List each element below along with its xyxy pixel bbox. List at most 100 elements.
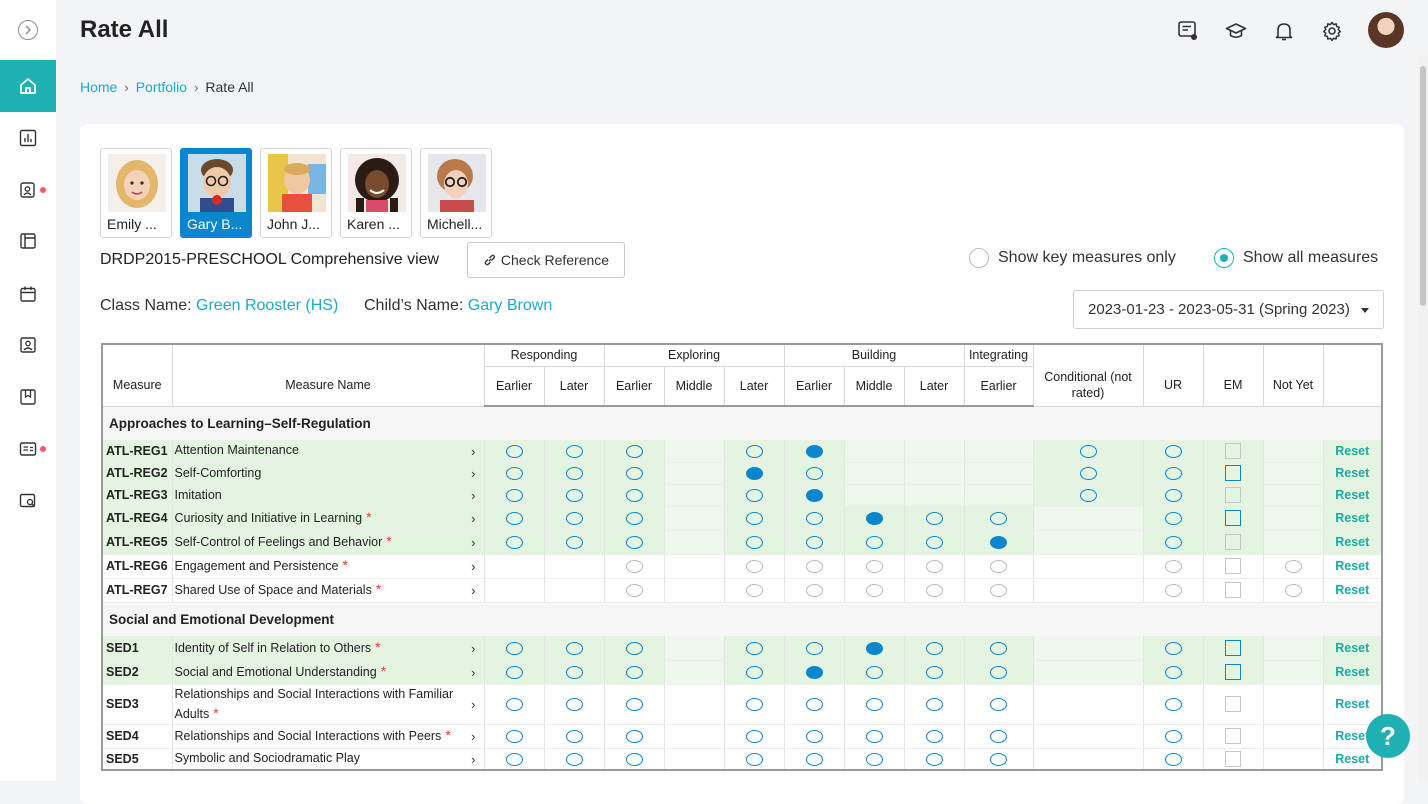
rating-radio[interactable] xyxy=(625,666,643,680)
rating-cell[interactable] xyxy=(544,748,605,771)
sidebar-item-home[interactable] xyxy=(0,60,56,112)
rating-cell[interactable] xyxy=(904,506,965,531)
rating-cell[interactable] xyxy=(784,462,845,485)
rating-cell[interactable] xyxy=(844,554,905,579)
em-checkbox[interactable] xyxy=(1225,534,1241,550)
rating-cell[interactable] xyxy=(1263,578,1324,603)
rating-cell[interactable] xyxy=(1203,724,1264,749)
rating-radio[interactable] xyxy=(565,641,583,655)
reset-link[interactable]: Reset xyxy=(1323,506,1383,531)
rating-radio[interactable] xyxy=(990,512,1007,526)
rating-radio-selected[interactable] xyxy=(805,444,823,458)
measure-name[interactable]: Relationships and Social Interactions wi… xyxy=(172,724,485,749)
rating-cell[interactable] xyxy=(604,440,665,463)
child-card-michelle[interactable]: Michell... xyxy=(420,148,492,238)
chevron-right-icon[interactable]: › xyxy=(471,750,475,769)
rating-cell[interactable] xyxy=(1143,578,1204,603)
rating-cell[interactable] xyxy=(1033,462,1144,485)
rating-cell[interactable] xyxy=(484,462,545,485)
measure-name[interactable]: Curiosity and Initiative in Learning * › xyxy=(172,506,485,531)
sidebar-item-assessments[interactable] xyxy=(0,170,56,210)
breadcrumb-home[interactable]: Home xyxy=(80,79,117,95)
measure-name[interactable]: Attention Maintenance › xyxy=(172,440,485,463)
rating-cell[interactable] xyxy=(724,530,785,555)
rating-radio[interactable] xyxy=(990,698,1007,712)
class-name-value[interactable]: Green Rooster (HS) xyxy=(196,297,338,314)
feedback-icon[interactable] xyxy=(1176,19,1200,43)
rating-radio[interactable] xyxy=(625,467,643,481)
rating-radio[interactable] xyxy=(1284,584,1302,598)
rating-cell[interactable] xyxy=(544,530,605,555)
radio-key-measures[interactable]: Show key measures only xyxy=(969,248,1176,268)
rating-cell[interactable] xyxy=(544,440,605,463)
rating-radio[interactable] xyxy=(1284,560,1302,574)
rating-radio[interactable] xyxy=(745,444,763,458)
chevron-right-icon[interactable]: › xyxy=(471,533,475,552)
measure-name[interactable]: Self-Control of Feelings and Behavior * › xyxy=(172,530,485,555)
rating-cell[interactable] xyxy=(844,660,905,685)
rating-radio[interactable] xyxy=(745,666,763,680)
rating-radio[interactable] xyxy=(1164,698,1182,712)
rating-radio[interactable] xyxy=(745,512,763,526)
rating-radio[interactable] xyxy=(925,730,943,744)
rating-cell[interactable] xyxy=(604,554,665,579)
rating-radio[interactable] xyxy=(745,536,763,550)
rating-radio[interactable] xyxy=(1164,752,1182,766)
rating-radio[interactable] xyxy=(925,666,943,680)
sidebar-item-lesson[interactable] xyxy=(0,377,56,417)
rating-radio-selected[interactable] xyxy=(805,666,823,680)
rating-radio[interactable] xyxy=(505,512,523,526)
rating-cell[interactable] xyxy=(784,554,845,579)
rating-cell[interactable] xyxy=(904,578,965,603)
measure-name[interactable]: Symbolic and Sociodramatic Play › xyxy=(172,748,485,771)
sidebar-item-calendar[interactable] xyxy=(0,274,56,314)
measure-name[interactable]: Shared Use of Space and Materials * › xyxy=(172,578,485,603)
rating-cell[interactable] xyxy=(724,660,785,685)
rating-cell[interactable] xyxy=(1143,462,1204,485)
rating-cell[interactable] xyxy=(844,530,905,555)
rating-cell[interactable] xyxy=(724,440,785,463)
chevron-right-icon[interactable]: › xyxy=(471,464,475,483)
rating-radio[interactable] xyxy=(805,560,823,574)
rating-cell[interactable] xyxy=(844,578,905,603)
rating-cell[interactable] xyxy=(964,530,1034,555)
rating-radio[interactable] xyxy=(565,666,583,680)
rating-cell[interactable] xyxy=(1033,484,1144,507)
rating-radio[interactable] xyxy=(745,752,763,766)
sidebar-item-reports[interactable] xyxy=(0,118,56,158)
rating-cell[interactable] xyxy=(784,748,845,771)
rating-radio-selected[interactable] xyxy=(865,512,883,526)
rating-cell[interactable] xyxy=(904,748,965,771)
rating-cell[interactable] xyxy=(484,484,545,507)
rating-cell[interactable] xyxy=(484,724,545,749)
chevron-right-icon[interactable]: › xyxy=(471,727,475,746)
rating-cell[interactable] xyxy=(1143,506,1204,531)
rating-radio[interactable] xyxy=(1164,641,1182,655)
rating-radio[interactable] xyxy=(805,698,823,712)
rating-cell[interactable] xyxy=(544,462,605,485)
rating-cell[interactable] xyxy=(844,748,905,771)
sidebar-item-messages[interactable] xyxy=(0,429,56,469)
rating-cell[interactable] xyxy=(724,462,785,485)
rating-radio[interactable] xyxy=(625,698,643,712)
rating-cell[interactable] xyxy=(484,530,545,555)
rating-cell[interactable] xyxy=(1203,554,1264,579)
rating-radio[interactable] xyxy=(625,584,643,598)
em-checkbox[interactable] xyxy=(1225,582,1241,598)
em-checkbox[interactable] xyxy=(1225,487,1241,503)
rating-radio[interactable] xyxy=(625,752,643,766)
child-card-john[interactable]: John J... xyxy=(260,148,332,238)
rating-cell[interactable] xyxy=(904,530,965,555)
rating-radio-selected[interactable] xyxy=(990,536,1007,550)
page-scrollbar[interactable] xyxy=(1418,56,1428,781)
reset-link[interactable]: Reset xyxy=(1323,462,1383,485)
em-checkbox[interactable] xyxy=(1225,750,1241,767)
rating-radio[interactable] xyxy=(745,698,763,712)
rating-cell[interactable] xyxy=(784,684,845,725)
rating-radio[interactable] xyxy=(625,560,643,574)
rating-cell[interactable] xyxy=(484,506,545,531)
rating-cell[interactable] xyxy=(1203,462,1264,485)
rating-cell[interactable] xyxy=(604,462,665,485)
rating-cell[interactable] xyxy=(544,506,605,531)
rating-cell[interactable] xyxy=(604,484,665,507)
